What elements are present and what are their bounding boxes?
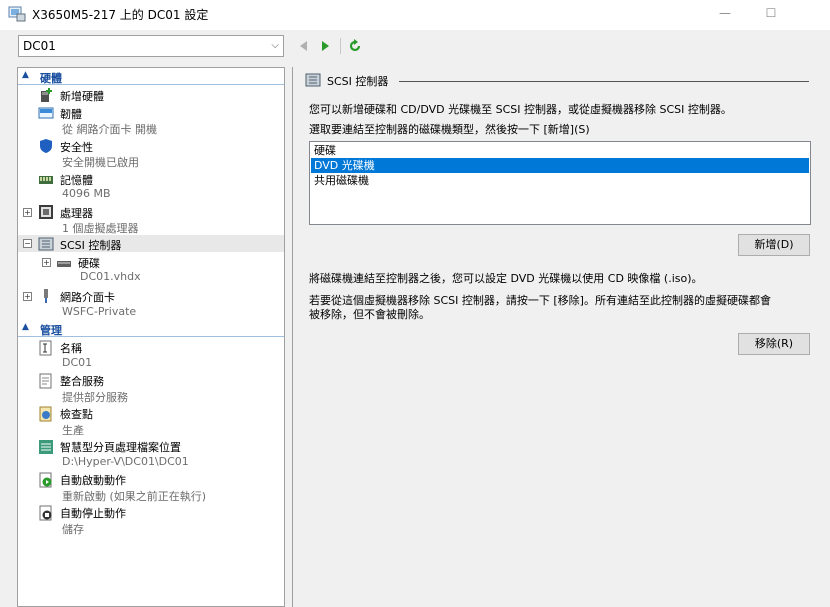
management-section-header[interactable]: ▲ 管理	[18, 321, 284, 337]
tree-item-detail: WSFC-Private	[62, 305, 137, 318]
tree-item-security[interactable]: 安全性 安全開機已啟用	[18, 136, 284, 169]
scsi-controller-panel: SCSI 控制器 您可以新增硬碟和 CD/DVD 光碟機至 SCSI 控制器，或…	[292, 67, 830, 607]
tree-item-label: 自動停止動作	[60, 507, 126, 520]
management-header-label: 管理	[40, 324, 62, 337]
scsi-controller-icon	[305, 73, 321, 87]
tree-item-label: 檢查點	[60, 408, 93, 421]
tree-item-hard-drive[interactable]: + 硬碟 DC01.vhdx	[18, 253, 284, 286]
tree-item-automatic-start-action[interactable]: 自動啟動動作 重新啟動 (如果之前正在執行)	[18, 470, 284, 503]
tree-item-label: 名稱	[60, 342, 82, 355]
expand-icon[interactable]: +	[42, 258, 51, 267]
tree-item-label: 處理器	[60, 207, 93, 220]
smart-paging-icon	[39, 440, 53, 454]
tree-item-label: 記憶體	[60, 174, 93, 187]
drive-type-listbox[interactable]: 硬碟 DVD 光碟機 共用磁碟機	[309, 141, 811, 225]
tree-item-detail: 1 個虛擬處理器	[62, 222, 139, 235]
add-button[interactable]: 新增(D)	[738, 234, 810, 256]
collapse-icon: ▲	[22, 70, 29, 80]
tree-item-label: 新增硬體	[60, 90, 104, 103]
next-icon[interactable]	[318, 39, 332, 53]
processor-icon	[39, 205, 53, 219]
choose-drive-type-text: 選取要連結至控制器的磁碟機類型，然後按一下 [新增](S)	[309, 123, 590, 136]
tree-item-detail: 從 網路介面卡 開機	[62, 123, 157, 136]
hardware-header-label: 硬體	[40, 72, 62, 85]
listbox-option-hard-drive[interactable]: 硬碟	[311, 143, 809, 158]
tree-item-detail: 重新啟動 (如果之前正在執行)	[62, 490, 207, 503]
tree-item-detail: D:\Hyper-V\DC01\DC01	[62, 455, 189, 468]
tree-item-add-hardware[interactable]: 新增硬體	[18, 86, 284, 103]
toolbar-divider	[340, 38, 341, 54]
collapse-tree-icon[interactable]: −	[23, 239, 32, 248]
add-hardware-icon	[41, 88, 52, 102]
name-icon	[39, 340, 52, 356]
tree-item-network-adapter[interactable]: + 網路介面卡 WSFC-Private	[18, 287, 284, 320]
panel-title-text: SCSI 控制器	[327, 75, 389, 88]
tree-item-detail: 提供部分服務	[62, 391, 128, 404]
tree-item-processor[interactable]: + 處理器 1 個虛擬處理器	[18, 202, 284, 235]
vm-select-value: DC01	[23, 39, 56, 53]
hardware-section-header[interactable]: ▲ 硬體	[18, 69, 284, 85]
checkpoint-icon	[39, 406, 52, 422]
remove-text-line2: 被移除，但不會被刪除。	[309, 308, 430, 321]
tree-item-detail: 儲存	[62, 523, 84, 536]
memory-icon	[39, 176, 53, 184]
tree-item-label: SCSI 控制器	[60, 239, 122, 252]
chevron-down-icon: ⌵	[271, 40, 279, 51]
tree-item-detail: DC01.vhdx	[80, 270, 141, 283]
auto-start-icon	[39, 472, 52, 488]
toolbar: DC01 ⌵	[0, 30, 830, 64]
listbox-option-shared-drive[interactable]: 共用磁碟機	[311, 173, 809, 188]
tree-item-label: 網路介面卡	[60, 291, 115, 304]
refresh-icon[interactable]	[348, 39, 362, 53]
pane-splitter[interactable]	[285, 64, 291, 607]
vm-select-dropdown[interactable]: DC01 ⌵	[18, 35, 284, 57]
tree-item-memory[interactable]: 記憶體 4096 MB	[18, 169, 284, 202]
settings-tree: ▲ 硬體 新增硬體 韌體 從 網路介面卡 開機 安全性 安全開機已啟用 記憶體 …	[17, 67, 285, 607]
firmware-icon	[38, 107, 54, 119]
tree-item-label: 硬碟	[78, 257, 100, 270]
title-divider	[399, 81, 809, 82]
network-adapter-icon	[44, 289, 48, 303]
auto-stop-icon	[39, 505, 52, 521]
window-title: X3650M5-217 上的 DC01 設定	[32, 8, 209, 22]
previous-icon[interactable]	[297, 39, 311, 53]
after-attach-text: 將磁碟機連結至控制器之後，您可以設定 DVD 光碟機以使用 CD 映像檔 (.i…	[309, 272, 703, 285]
hyper-v-settings-icon	[8, 6, 26, 22]
tree-item-label: 自動啟動動作	[60, 474, 126, 487]
shield-icon	[40, 139, 52, 153]
tree-item-detail: 4096 MB	[62, 187, 111, 200]
tree-item-automatic-stop-action[interactable]: 自動停止動作 儲存	[18, 503, 284, 536]
collapse-icon: ▲	[22, 322, 29, 332]
listbox-option-dvd-drive[interactable]: DVD 光碟機	[311, 158, 809, 173]
intro-text: 您可以新增硬碟和 CD/DVD 光碟機至 SCSI 控制器，或從虛擬機器移除 S…	[309, 103, 732, 116]
tree-item-detail: 生產	[62, 424, 84, 437]
tree-item-firmware[interactable]: 韌體 從 網路介面卡 開機	[18, 103, 284, 136]
tree-item-integration-services[interactable]: 整合服務 提供部分服務	[18, 371, 284, 404]
tree-item-label: 整合服務	[60, 375, 104, 388]
scsi-controller-icon	[38, 237, 54, 251]
remove-button[interactable]: 移除(R)	[738, 333, 810, 355]
integration-services-icon	[39, 373, 52, 389]
expand-icon[interactable]: +	[23, 208, 32, 217]
tree-item-label: 智慧型分頁處理檔案位置	[60, 441, 181, 454]
tree-item-label: 安全性	[60, 141, 93, 154]
minimize-button[interactable]: —	[710, 4, 740, 22]
tree-item-scsi-controller[interactable]: − SCSI 控制器	[18, 235, 284, 252]
tree-item-smart-paging-location[interactable]: 智慧型分頁處理檔案位置 D:\Hyper-V\DC01\DC01	[18, 437, 284, 470]
expand-icon[interactable]: +	[23, 292, 32, 301]
tree-item-label: 韌體	[60, 108, 82, 121]
tree-item-detail: 安全開機已啟用	[62, 156, 139, 169]
tree-item-detail: DC01	[62, 356, 93, 369]
maximize-button[interactable]: ☐	[756, 4, 786, 22]
hard-drive-icon	[57, 261, 71, 267]
title-bar: X3650M5-217 上的 DC01 設定 — ☐	[0, 0, 830, 30]
tree-item-checkpoints[interactable]: 檢查點 生產	[18, 404, 284, 437]
tree-item-name[interactable]: 名稱 DC01	[18, 338, 284, 371]
